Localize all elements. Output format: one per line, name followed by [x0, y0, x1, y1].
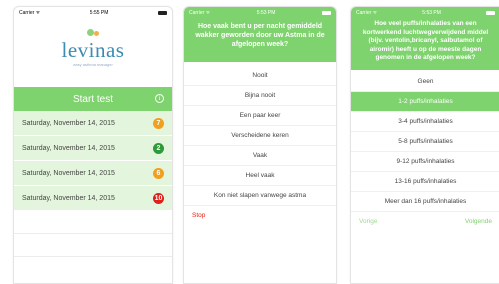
- result-row[interactable]: Saturday, November 14, 2015 6: [14, 161, 172, 186]
- carrier-label: Carrier ᯤ: [356, 9, 378, 16]
- result-date: Saturday, November 14, 2015: [22, 194, 115, 202]
- clock: 5:53 PM: [256, 9, 276, 16]
- battery-icon: [485, 10, 495, 15]
- answer-option[interactable]: Kon niet slapen vanwege astma: [184, 186, 336, 206]
- answer-option[interactable]: 3-4 puffs/inhalaties: [351, 112, 499, 132]
- logo-wordmark: levinas: [61, 38, 125, 62]
- result-row[interactable]: Saturday, November 14, 2015 10: [14, 186, 172, 211]
- answer-option[interactable]: Vaak: [184, 146, 336, 166]
- answer-option[interactable]: Meer dan 16 puffs/inhalaties: [351, 192, 499, 212]
- previous-button[interactable]: Vorige: [359, 218, 377, 225]
- result-list: Saturday, November 14, 2015 7 Saturday, No…: [14, 111, 172, 211]
- divider: [14, 256, 172, 257]
- answer-option[interactable]: Verscheidene keren: [184, 126, 336, 146]
- answer-option[interactable]: Een paar keer: [184, 106, 336, 126]
- answer-option[interactable]: 1-2 puffs/inhalaties: [351, 92, 499, 112]
- answer-option[interactable]: 9-12 puffs/inhalaties: [351, 152, 499, 172]
- logo-leaf-icon: [87, 29, 94, 36]
- nav-bar: Vorige Volgende: [351, 212, 499, 231]
- status-bar: Carrier ᯤ 5:53 PM: [351, 7, 499, 18]
- answer-option[interactable]: Bijna nooit: [184, 86, 336, 106]
- logo-tagline: easy asthma manager: [73, 62, 113, 67]
- info-icon[interactable]: i: [155, 94, 164, 103]
- answer-list: Nooit Bijna nooit Een paar keer Verscheiden…: [184, 66, 336, 206]
- status-bar: Carrier ᯤ 5:55 PM: [14, 7, 172, 18]
- answer-option[interactable]: 5-8 puffs/inhalaties: [351, 132, 499, 152]
- result-row[interactable]: Saturday, November 14, 2015 7: [14, 111, 172, 136]
- score-badge: 7: [153, 117, 164, 129]
- clock: 5:55 PM: [89, 9, 109, 16]
- logo-dot-icon: [94, 31, 99, 36]
- score-badge: 2: [153, 142, 164, 154]
- battery-icon: [321, 10, 331, 15]
- start-test-label: Start test: [72, 93, 113, 105]
- result-row[interactable]: Saturday, November 14, 2015 2: [14, 136, 172, 161]
- question-text: Hoe veel puffs/inhalaties van een kortwe…: [351, 18, 499, 70]
- answer-option[interactable]: Heel vaak: [184, 166, 336, 186]
- app-logo: levinas easy asthma manager: [14, 18, 172, 78]
- result-date: Saturday, November 14, 2015: [22, 169, 115, 177]
- carrier-label: Carrier ᯤ: [189, 9, 211, 16]
- score-badge: 10: [153, 192, 164, 204]
- answer-list: Geen 1-2 puffs/inhalaties 3-4 puffs/inhala…: [351, 72, 499, 212]
- question-text: Hoe vaak bent u per nacht gemiddeld wakk…: [184, 18, 336, 62]
- question-screen-puffs: Carrier ᯤ 5:53 PM Hoe veel puffs/inhalat…: [350, 6, 499, 284]
- answer-option[interactable]: Nooit: [184, 66, 336, 86]
- clock: 5:53 PM: [422, 9, 441, 16]
- carrier-label: Carrier ᯤ: [19, 9, 41, 16]
- battery-icon: [157, 10, 167, 15]
- result-date: Saturday, November 14, 2015: [22, 119, 115, 127]
- history-screen: Carrier ᯤ 5:55 PM levinas easy asthma ma…: [13, 6, 173, 284]
- next-button[interactable]: Volgende: [465, 218, 492, 225]
- status-bar: Carrier ᯤ 5:53 PM: [184, 7, 336, 18]
- start-test-button[interactable]: Start test i: [14, 87, 172, 111]
- answer-option[interactable]: Geen: [351, 72, 499, 92]
- answer-option[interactable]: 13-16 puffs/inhalaties: [351, 172, 499, 192]
- score-badge: 6: [153, 167, 164, 179]
- result-date: Saturday, November 14, 2015: [22, 144, 115, 152]
- stop-button[interactable]: Stop: [192, 212, 205, 219]
- divider: [14, 233, 172, 234]
- question-screen-night: Carrier ᯤ 5:53 PM Hoe vaak bent u per na…: [183, 6, 337, 284]
- nav-bar: Stop: [184, 206, 336, 225]
